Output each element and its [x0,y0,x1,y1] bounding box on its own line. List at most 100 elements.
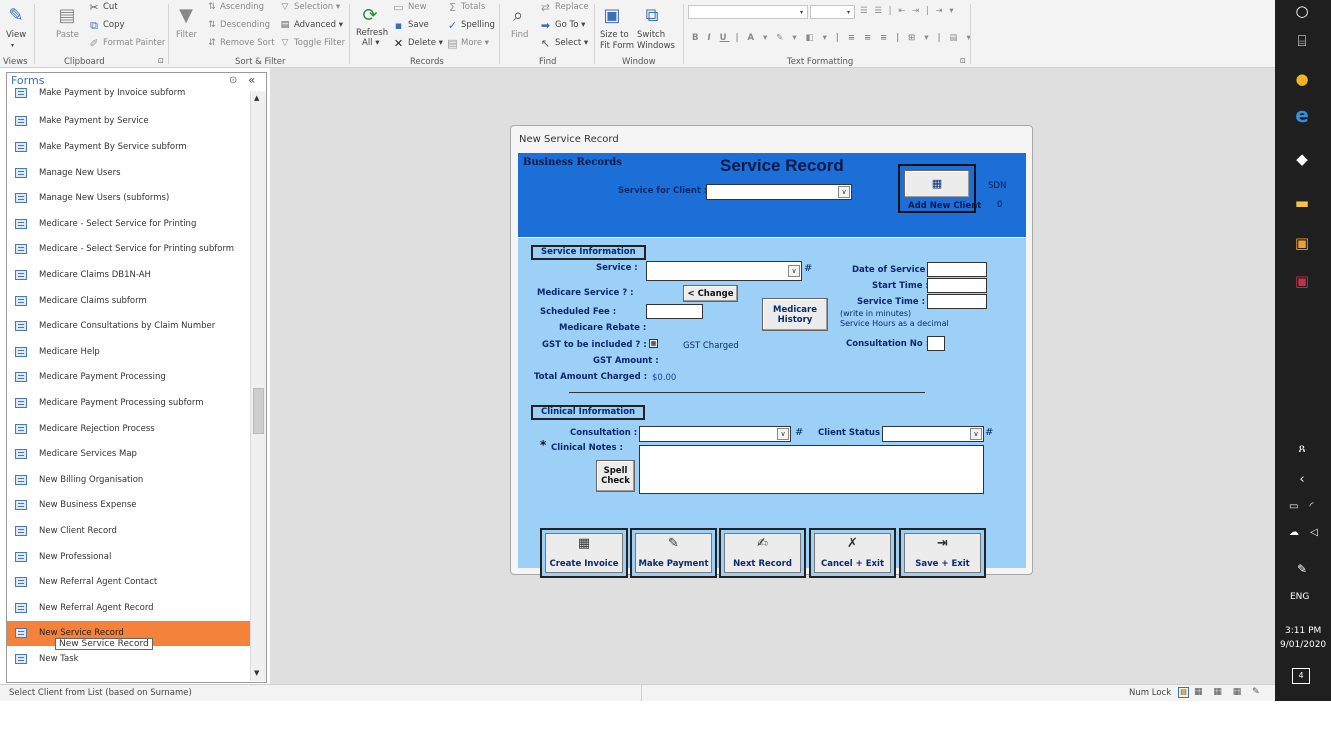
save-record-button[interactable]: Save [408,20,429,31]
nav-item[interactable]: Manage New Users [7,160,250,186]
nav-item[interactable]: Medicare Consultations by Claim Number [7,313,250,339]
chevron-down-icon[interactable]: ∨ [788,265,800,277]
outlook-icon[interactable]: ▣ [1291,232,1313,254]
totals-icon[interactable]: Σ [447,2,458,13]
client-select[interactable]: ∨ [706,184,852,200]
font-size-select[interactable]: ▾ [810,5,855,19]
replace-button[interactable]: Replace [555,2,589,13]
task-view-icon[interactable]: ⌸ [1291,30,1313,52]
paste-button[interactable]: Paste [56,30,79,41]
chevron-down-icon[interactable]: ∨ [970,428,982,440]
nav-item[interactable]: New Business Expense [7,493,250,519]
gst-checkbox[interactable]: ▦ [649,339,658,348]
add-new-client-button[interactable]: ▦ [904,170,970,198]
delete-button[interactable]: Delete ▾ [408,38,443,49]
chevron-left-icon[interactable]: ‹ [1291,468,1313,490]
nav-item[interactable]: Medicare Rejection Process [7,416,250,442]
pen-icon[interactable]: ✎ [1291,558,1313,580]
clock-time[interactable]: 3:11 PM [1285,626,1321,636]
collapse-icon[interactable]: « [248,72,255,88]
remove-sort-icon[interactable]: ⇵ [207,38,217,49]
nav-item[interactable]: Medicare Services Map [7,441,250,467]
language-indicator[interactable]: ENG [1290,592,1309,602]
filter-button[interactable]: Filter [176,30,197,41]
save-record-icon[interactable]: ▪ [393,20,404,31]
filter-icon[interactable]: ▼ [174,4,198,26]
advanced-icon[interactable]: ▤ [280,20,290,31]
consultation-no-field[interactable] [927,336,945,351]
app-icon[interactable]: ◆ [1291,148,1313,170]
change-button[interactable]: < Change [683,285,738,302]
size-to-fit-icon[interactable]: ▣ [600,4,624,26]
new-record-button[interactable]: New [408,2,427,13]
scroll-up-icon[interactable]: ▲ [254,94,259,102]
more-button[interactable]: More ▾ [461,38,489,49]
next-record-button[interactable]: ✍ Next Record [724,533,801,573]
service-select[interactable]: ∨ [646,261,802,281]
medicare-history-button[interactable]: Medicare History [762,298,828,331]
format-painter-icon[interactable]: ✐ [88,38,100,49]
more-icon[interactable]: ▤ [447,38,458,49]
edge-icon[interactable]: e [1291,103,1313,127]
nav-scrollbar[interactable]: ▲ ▼ [250,91,266,681]
refresh-all-button[interactable]: All ▾ [362,38,380,49]
dialog-launcher-icon[interactable]: ⊡ [158,57,164,65]
nav-item[interactable]: Medicare Claims DB1N-AH [7,262,250,288]
cut-icon[interactable]: ✂ [88,2,100,13]
spelling-icon[interactable]: ✓ [447,20,458,31]
create-invoice-button[interactable]: ▦ Create Invoice [545,533,623,573]
advanced-button[interactable]: Advanced ▾ [294,20,343,31]
start-time-field[interactable] [927,278,987,293]
dialog-launcher-icon[interactable]: ⊡ [960,57,966,65]
notification-center-icon[interactable]: 4 [1292,668,1310,684]
chrome-icon[interactable]: ● [1291,68,1313,90]
format-painter-button[interactable]: Format Painter [103,38,165,49]
spell-check-button[interactable]: Spell Check [596,460,635,492]
nav-item[interactable]: Make Payment By Service subform [7,134,250,160]
clinical-notes-field[interactable] [639,445,984,494]
nav-item[interactable]: Medicare Help [7,339,250,365]
nav-item[interactable]: New Referral Agent Contact [7,569,250,595]
date-of-service-field[interactable] [927,262,987,277]
descending-icon[interactable]: ⇅ [207,20,217,31]
consultation-select[interactable]: ∨ [639,426,791,442]
toggle-filter-icon[interactable]: ▽ [280,38,290,49]
cut-button[interactable]: Cut [103,2,118,13]
switch-windows-button[interactable]: Switch Windows [637,30,675,52]
view-button[interactable]: View [6,30,26,41]
font-name-select[interactable]: ▾ [688,5,808,19]
view-dropdown-icon[interactable]: ▾ [11,40,14,51]
search-circle-icon[interactable]: ○ [1291,0,1313,22]
new-record-icon[interactable]: ▭ [393,2,404,13]
copy-icon[interactable]: ⧉ [88,20,100,31]
scheduled-fee-field[interactable] [646,304,703,319]
nav-item[interactable]: Medicare - Select Service for Printing [7,211,250,237]
access-icon[interactable]: ▣ [1291,270,1313,292]
make-payment-button[interactable]: ✎ Make Payment [635,533,712,573]
client-status-select[interactable]: ∨ [882,426,984,442]
select-icon[interactable]: ↖ [540,38,551,49]
nav-item[interactable]: Medicare Payment Processing [7,365,250,391]
spelling-button[interactable]: Spelling [461,20,495,31]
paste-icon[interactable]: ▤ [55,4,79,26]
find-icon[interactable]: ⌕ [506,4,530,26]
copy-button[interactable]: Copy [103,20,125,31]
view-switch-icons[interactable]: ▦ ▦ ▦ ✎ [1194,687,1264,697]
nav-item[interactable]: Make Payment by Invoice subform [7,88,250,98]
select-button[interactable]: Select ▾ [555,38,588,49]
nav-item[interactable]: Make Payment by Service [7,109,250,135]
nav-item[interactable]: New Task [7,646,250,672]
nav-item[interactable]: Medicare Payment Processing subform [7,390,250,416]
replace-icon[interactable]: ⇄ [540,2,551,13]
view-icon[interactable]: ✎ [4,4,28,26]
toggle-filter-button[interactable]: Toggle Filter [294,38,345,49]
totals-button[interactable]: Totals [461,2,485,13]
refresh-icon[interactable]: ⟳ [358,4,382,26]
list-indent-icons[interactable]: ☰ ☰ | ⇤ ⇥ | ⇥ ▾ [860,6,956,17]
nav-item[interactable]: New Professional [7,544,250,570]
nav-item[interactable]: New Client Record [7,518,250,544]
service-time-field[interactable] [927,294,987,309]
cancel-exit-button[interactable]: ✗ Cancel + Exit [814,533,891,573]
remove-sort-button[interactable]: Remove Sort [220,38,275,49]
people-icon[interactable]: ጸ [1291,437,1313,459]
